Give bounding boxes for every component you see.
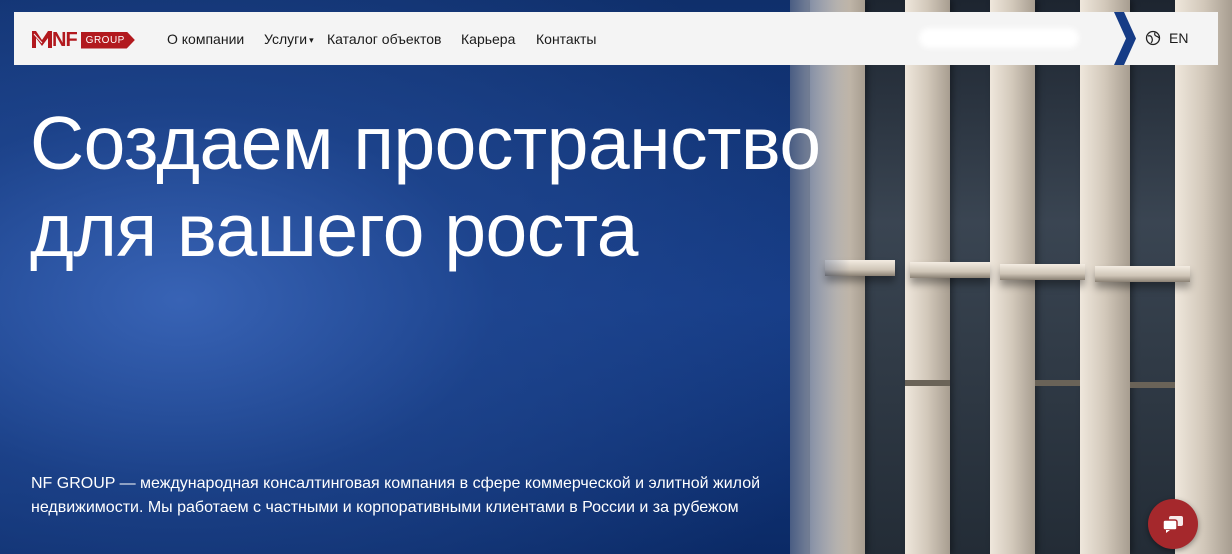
hero-section: Создаем пространство для вашего роста NF…: [0, 0, 1232, 554]
nav-item-about[interactable]: О компании: [167, 30, 244, 48]
chevron-down-icon: ▾: [309, 35, 314, 45]
nav-item-label: О компании: [167, 31, 245, 47]
site-header: NF GROUP О компании Услуги ▾ Каталог объе…: [14, 12, 1218, 65]
nav-item-contacts[interactable]: Контакты: [536, 30, 596, 48]
logo-m-icon: [32, 31, 52, 48]
nav-item-label: Контакты: [536, 31, 597, 47]
hero-description: NF GROUP — международная консалтинговая …: [31, 475, 761, 516]
hero-title-line-1: Создаем пространство: [30, 101, 821, 185]
nav-item-label: Каталог объектов: [327, 31, 442, 47]
header-divider-notch: [1114, 12, 1136, 65]
redacted-contact: [919, 28, 1079, 48]
nav-item-label: Карьера: [461, 31, 516, 47]
logo-mark-text: NF: [52, 29, 78, 51]
nf-group-logo[interactable]: NF GROUP: [32, 30, 135, 50]
nav-item-services[interactable]: Услуги ▾: [264, 30, 314, 49]
nav-item-catalog[interactable]: Каталог объектов: [327, 30, 441, 48]
chat-icon: [1162, 516, 1183, 533]
language-label: EN: [1169, 30, 1189, 46]
hero-title-line-2: для вашего роста: [30, 188, 638, 272]
building-image: [790, 0, 1232, 554]
language-switcher[interactable]: EN: [1145, 30, 1188, 46]
globe-icon: [1145, 30, 1161, 46]
chat-button[interactable]: [1148, 499, 1198, 549]
logo-tag: GROUP: [80, 31, 135, 49]
nav-item-career[interactable]: Карьера: [461, 30, 515, 48]
hero-title: Создаем пространство для вашего роста: [30, 100, 950, 274]
nav-item-label: Услуги: [264, 31, 308, 47]
